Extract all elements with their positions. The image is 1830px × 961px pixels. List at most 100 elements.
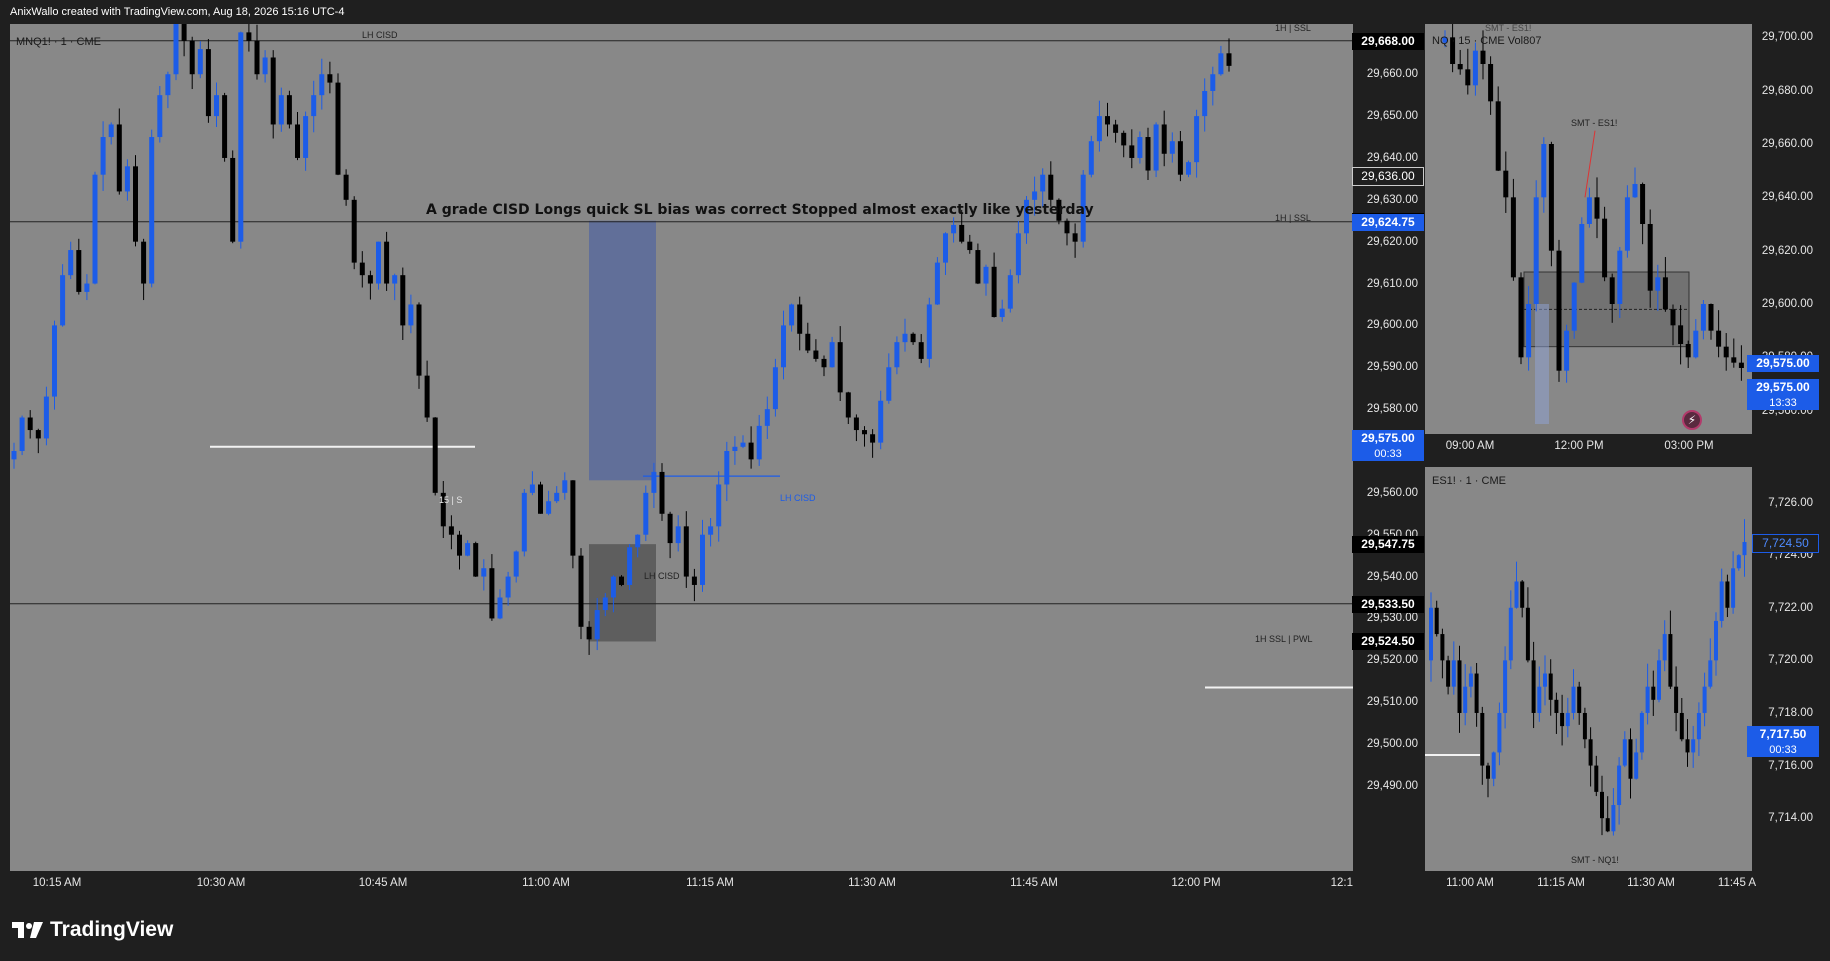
candle-body <box>1670 309 1676 326</box>
candle-body <box>554 492 560 502</box>
candle-body <box>1015 233 1021 276</box>
candle-body <box>116 124 122 192</box>
candle-body <box>1738 362 1744 368</box>
candle-body <box>1474 673 1479 713</box>
price-tick: 29,700.00 <box>1761 31 1813 44</box>
annotation-smt-bottom: SMT - NQ1! <box>1571 855 1619 865</box>
candle-body <box>376 241 381 284</box>
long-position-zone <box>589 220 656 481</box>
candle-body <box>1194 116 1200 163</box>
candle-body <box>1560 712 1565 727</box>
candle-body <box>1468 673 1473 687</box>
smt-line <box>1584 130 1596 198</box>
candle-body <box>27 417 33 431</box>
annotation-box-cisd: LH CISD <box>644 571 680 581</box>
price-tick: 7,722.00 <box>1768 601 1813 614</box>
nq-chart-svg[interactable] <box>1425 24 1752 434</box>
alert-icon[interactable]: ⚡ <box>1682 410 1702 430</box>
price-tick: 7,714.00 <box>1768 812 1813 825</box>
price-tick: 7,726.00 <box>1768 496 1813 509</box>
candle-body <box>1202 90 1208 117</box>
candle-body <box>214 95 219 117</box>
candle-body <box>602 597 608 611</box>
candle-body <box>295 124 300 158</box>
candle-body <box>529 484 535 493</box>
candle-body <box>1588 739 1593 766</box>
main-time-axis[interactable]: 10:15 AM 10:30 AM 10:45 AM 11:00 AM 11:15 AM… <box>10 871 1353 897</box>
time-tick: 11:30 AM <box>848 877 896 889</box>
candle-body <box>1678 325 1684 344</box>
annotation-ssl-mid: 1H | SSL <box>1275 213 1311 223</box>
candle-body <box>1457 660 1462 713</box>
candle-body <box>149 137 155 284</box>
candle-body <box>1048 174 1054 200</box>
es-chart-svg[interactable] <box>1425 467 1752 871</box>
candle-body <box>1463 686 1468 713</box>
price-tick: 29,540.00 <box>1366 570 1418 583</box>
candle-body <box>1716 330 1722 347</box>
candle-body <box>610 576 616 598</box>
candle-body <box>1429 607 1433 661</box>
main-price-axis[interactable]: 29,660.00 29,650.00 29,640.00 29,630.00 29,6… <box>1352 24 1424 871</box>
candle-body <box>829 342 835 368</box>
annotation-ssl-top: 1H | SSL <box>1275 24 1311 33</box>
candle-body <box>627 547 633 585</box>
nq-price-axis[interactable]: 29,700.00 29,680.00 29,660.00 29,640.00 29,6… <box>1747 24 1819 434</box>
price-tick: 29,510.00 <box>1366 696 1418 709</box>
candle-body <box>716 484 722 527</box>
nq-15m-panel[interactable]: NQ · 15 · CME Vol807 SMT - ES1! SMT - ES… <box>1425 24 1752 434</box>
candle-body <box>1594 765 1599 792</box>
candle-body <box>1177 141 1183 175</box>
candle-body <box>1632 184 1638 198</box>
candle-body <box>327 74 333 83</box>
candle-body <box>1617 765 1622 806</box>
main-chart-svg[interactable] <box>10 24 1353 871</box>
nq-time-axis[interactable]: 09:00 AM 12:00 PM 03:00 PM <box>1425 434 1819 460</box>
candle-body <box>1161 124 1167 154</box>
es-1m-panel[interactable]: ES1! · 1 · CME SMT - NQ1! <box>1425 467 1752 871</box>
candle-body <box>1602 218 1608 278</box>
candle-body <box>586 626 592 640</box>
time-tick: 11:00 AM <box>522 877 570 889</box>
price-badge: 7,724.50 <box>1752 534 1819 553</box>
candle-body <box>1088 141 1094 175</box>
candle-body <box>951 224 957 234</box>
candle-body <box>1510 197 1516 278</box>
candle-body <box>1186 162 1191 175</box>
candle-body <box>505 576 511 598</box>
candle-body <box>1674 686 1679 713</box>
price-tick: 29,590.00 <box>1366 361 1418 374</box>
candle-body <box>975 250 981 284</box>
candle-body <box>1072 233 1078 242</box>
candle-body <box>473 543 479 577</box>
candle-body <box>1129 145 1135 158</box>
price-badge: 29,524.50 <box>1352 633 1424 651</box>
candle-body <box>1531 660 1536 713</box>
candle-body <box>424 375 430 418</box>
candle-body <box>1696 712 1701 740</box>
candle-body <box>1662 634 1667 661</box>
candle-body <box>1556 250 1562 371</box>
candle-body <box>1647 224 1653 291</box>
candle-body <box>92 174 98 284</box>
candle-body <box>1609 277 1615 304</box>
es-time-axis[interactable]: 11:00 AM 11:15 AM 11:30 AM 11:45 A <box>1425 871 1819 897</box>
candle-body <box>35 430 41 439</box>
time-tick: 12:1 <box>1330 877 1353 889</box>
candle-body <box>1693 330 1699 358</box>
candle-body <box>1226 53 1232 66</box>
candle-body <box>878 400 884 443</box>
candle-body <box>934 262 940 305</box>
candle-body <box>1503 660 1508 713</box>
candle-body <box>1153 124 1159 171</box>
es-price-axis[interactable]: 7,726.00 7,724.00 7,722.00 7,720.00 7,718.00… <box>1747 467 1819 871</box>
annotation-smt-mid: SMT - ES1! <box>1571 118 1618 128</box>
tradingview-logo[interactable]: TradingView <box>12 918 173 942</box>
candle-body <box>262 57 268 75</box>
es-symbol-label: ES1! · 1 · CME <box>1432 475 1506 487</box>
attribution-bar: AnixWallo created with TradingView.com, … <box>0 0 1830 26</box>
candle-body <box>1121 132 1127 146</box>
candle-body <box>894 342 900 368</box>
candle-body <box>457 534 462 556</box>
main-chart-panel[interactable]: MNQ1! · 1 · CME A grade CISD Longs quick… <box>10 24 1353 871</box>
